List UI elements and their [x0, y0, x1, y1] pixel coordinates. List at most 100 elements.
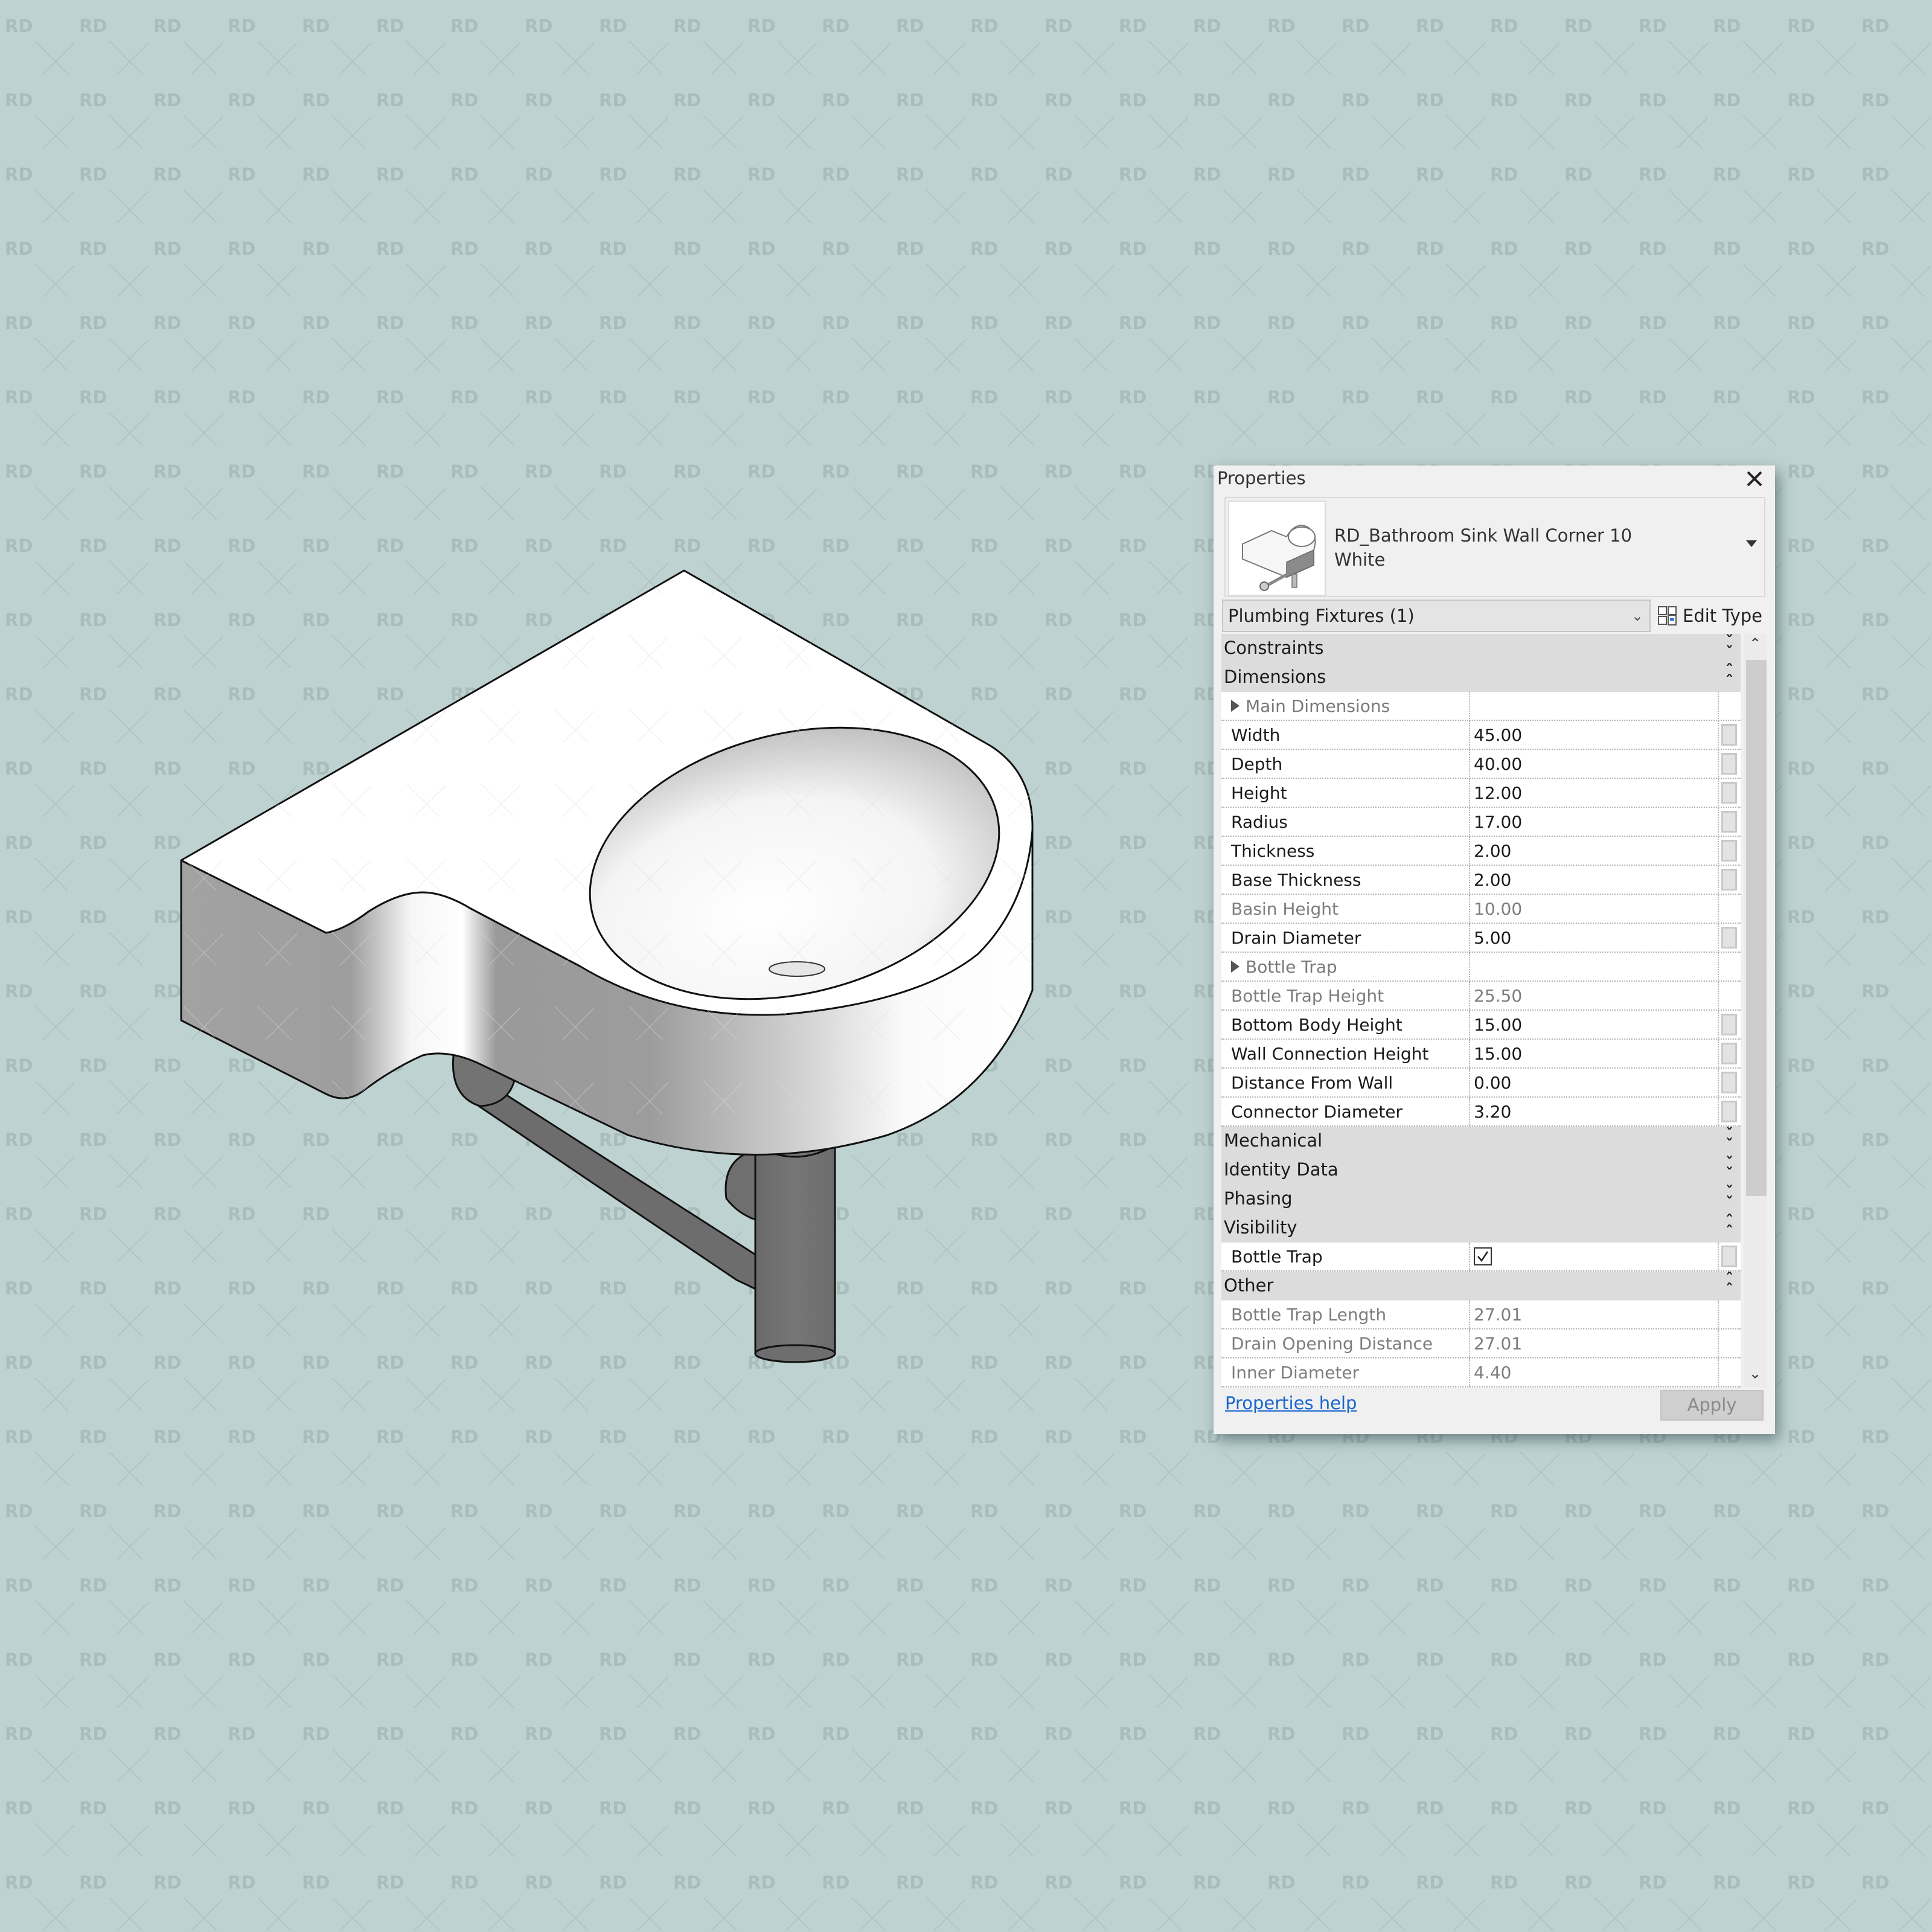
section-header[interactable]: Visibility ˆ ˆ	[1221, 1214, 1741, 1243]
parameter-row[interactable]: Bottom Body Height 15.00	[1221, 1011, 1741, 1040]
parameter-row[interactable]: Distance From Wall 0.00	[1221, 1069, 1741, 1098]
expand-triangle-icon[interactable]	[1231, 700, 1239, 712]
parameter-value[interactable]: 17.00	[1474, 812, 1522, 832]
collapse-chevrons-icon[interactable]: ˆˆ	[1726, 1271, 1733, 1298]
parameter-row[interactable]: Height 12.00	[1221, 779, 1741, 808]
column-divider	[1469, 1329, 1470, 1358]
section-label: Mechanical	[1224, 1130, 1323, 1151]
section-header[interactable]: Identity Data ˇ ˇ	[1221, 1156, 1741, 1185]
section-header[interactable]: Constraints ˇ ˇ	[1221, 634, 1741, 663]
group-label: Main Dimensions	[1231, 696, 1390, 716]
parameter-value[interactable]: 15.00	[1474, 1015, 1522, 1035]
parameter-row[interactable]: Depth 40.00	[1221, 750, 1741, 779]
collapse-chevrons-icon[interactable]: ˆˆ	[1726, 663, 1733, 689]
associate-parameter-button[interactable]	[1721, 1101, 1737, 1122]
expand-triangle-icon[interactable]	[1231, 961, 1239, 973]
parameter-value[interactable]: 3.20	[1474, 1102, 1511, 1122]
apply-button[interactable]: Apply	[1660, 1390, 1764, 1421]
type-variant: White	[1334, 549, 1386, 570]
expand-chevrons-icon[interactable]: ˇˇ	[1726, 634, 1733, 661]
associate-parameter-button[interactable]	[1721, 1043, 1737, 1064]
parameter-row[interactable]: Width 45.00	[1221, 721, 1741, 750]
column-divider	[1469, 1011, 1470, 1040]
column-divider	[1718, 924, 1719, 953]
checkmark-icon	[1477, 1251, 1489, 1262]
section-header[interactable]: Phasing ˇ ˇ	[1221, 1185, 1741, 1214]
column-divider	[1469, 750, 1470, 779]
properties-palette: Properties RD_Bathroom Sink Wall Corner …	[1214, 465, 1775, 1434]
properties-grid: Constraints ˇ ˇ Dimensions ˆ ˆ Main Dimensions…	[1221, 634, 1741, 1387]
parameter-name: Bottom Body Height	[1231, 1015, 1403, 1035]
column-divider	[1718, 1040, 1719, 1069]
parameter-row[interactable]: Inner Diameter 4.40	[1221, 1358, 1741, 1387]
parameter-row[interactable]: Thickness 2.00	[1221, 837, 1741, 866]
parameter-value[interactable]: 0.00	[1474, 1073, 1511, 1093]
parameter-row[interactable]: Drain Diameter 5.00	[1221, 924, 1741, 953]
associate-parameter-button[interactable]	[1721, 811, 1737, 833]
section-header[interactable]: Dimensions ˆ ˆ	[1221, 663, 1741, 692]
column-divider	[1718, 721, 1719, 750]
bottle-trap-pipe	[754, 1144, 836, 1355]
parameter-group[interactable]: Bottle Trap	[1221, 953, 1741, 982]
bottle-trap-visibility-checkbox[interactable]	[1474, 1247, 1492, 1265]
associate-parameter-button[interactable]	[1721, 840, 1737, 862]
parameter-value: 27.01	[1474, 1305, 1523, 1325]
parameter-value[interactable]: 45.00	[1474, 725, 1522, 745]
parameter-row[interactable]: Bottle Trap Length 27.01	[1221, 1300, 1741, 1329]
parameter-row[interactable]: Wall Connection Height 15.00	[1221, 1040, 1741, 1069]
parameter-name: Base Thickness	[1231, 870, 1361, 890]
associate-parameter-button[interactable]	[1721, 753, 1737, 775]
parameter-row[interactable]: Base Thickness 2.00	[1221, 866, 1741, 895]
close-button[interactable]	[1742, 467, 1767, 491]
associate-parameter-button[interactable]	[1721, 1246, 1737, 1267]
drain-icon	[769, 961, 825, 977]
parameter-row[interactable]: Bottle Trap Height 25.50	[1221, 982, 1741, 1011]
column-divider	[1718, 895, 1719, 924]
category-filter-dropdown[interactable]: Plumbing Fixtures (1) ⌄	[1222, 600, 1651, 632]
parameter-row[interactable]: Bottle Trap	[1221, 1243, 1741, 1271]
parameter-value[interactable]: 2.00	[1474, 870, 1511, 890]
scroll-down-icon[interactable]: ⌄	[1744, 1365, 1767, 1387]
type-dropdown-arrow-icon[interactable]	[1746, 540, 1757, 547]
parameter-name: Connector Diameter	[1231, 1102, 1403, 1122]
column-divider	[1469, 866, 1470, 895]
parameter-row[interactable]: Radius 17.00	[1221, 808, 1741, 837]
column-divider	[1718, 1329, 1719, 1358]
parameter-name: Basin Height	[1231, 899, 1339, 919]
associate-parameter-button[interactable]	[1721, 927, 1737, 948]
associate-parameter-button[interactable]	[1721, 1014, 1737, 1035]
parameter-row[interactable]: Basin Height 10.00	[1221, 895, 1741, 924]
type-name: RD_Bathroom Sink Wall Corner 10 White	[1334, 523, 1632, 572]
parameter-value[interactable]: 2.00	[1474, 841, 1511, 861]
expand-chevrons-icon[interactable]: ˇˇ	[1726, 1156, 1733, 1182]
expand-chevrons-icon[interactable]: ˇˇ	[1726, 1127, 1733, 1153]
properties-help-link[interactable]: Properties help	[1225, 1393, 1357, 1413]
parameter-value[interactable]: 15.00	[1474, 1044, 1522, 1064]
scroll-up-icon[interactable]: ⌃	[1744, 635, 1767, 657]
parameter-value[interactable]: 12.00	[1474, 783, 1522, 803]
edit-type-label: Edit Type	[1683, 606, 1762, 626]
expand-chevrons-icon[interactable]: ˇˇ	[1726, 1185, 1733, 1211]
section-header[interactable]: Mechanical ˇ ˇ	[1221, 1127, 1741, 1156]
bathroom-sink-model[interactable]	[180, 569, 1034, 1363]
type-selector[interactable]: RD_Bathroom Sink Wall Corner 10 White	[1224, 497, 1765, 597]
associate-parameter-button[interactable]	[1721, 724, 1737, 746]
associate-parameter-button[interactable]	[1721, 1072, 1737, 1093]
scrollbar-thumb[interactable]	[1746, 660, 1767, 1196]
parameter-row[interactable]: Drain Opening Distance 27.01	[1221, 1329, 1741, 1358]
parameter-value[interactable]: 5.00	[1474, 928, 1511, 948]
associate-parameter-button[interactable]	[1721, 782, 1737, 804]
sink-thumbnail-icon	[1242, 525, 1316, 591]
column-divider	[1469, 779, 1470, 808]
section-label: Dimensions	[1224, 667, 1326, 687]
edit-type-button[interactable]: Edit Type	[1657, 602, 1762, 630]
collapse-chevrons-icon[interactable]: ˆˆ	[1726, 1214, 1733, 1240]
parameter-name: Bottle Trap Height	[1231, 986, 1384, 1006]
column-divider	[1469, 924, 1470, 953]
section-header[interactable]: Other ˆ ˆ	[1221, 1271, 1741, 1300]
parameter-value[interactable]: 40.00	[1474, 754, 1522, 774]
parameter-group[interactable]: Main Dimensions	[1221, 692, 1741, 721]
parameter-name: Bottle Trap	[1231, 1247, 1323, 1267]
parameter-row[interactable]: Connector Diameter 3.20	[1221, 1098, 1741, 1127]
associate-parameter-button[interactable]	[1721, 869, 1737, 891]
